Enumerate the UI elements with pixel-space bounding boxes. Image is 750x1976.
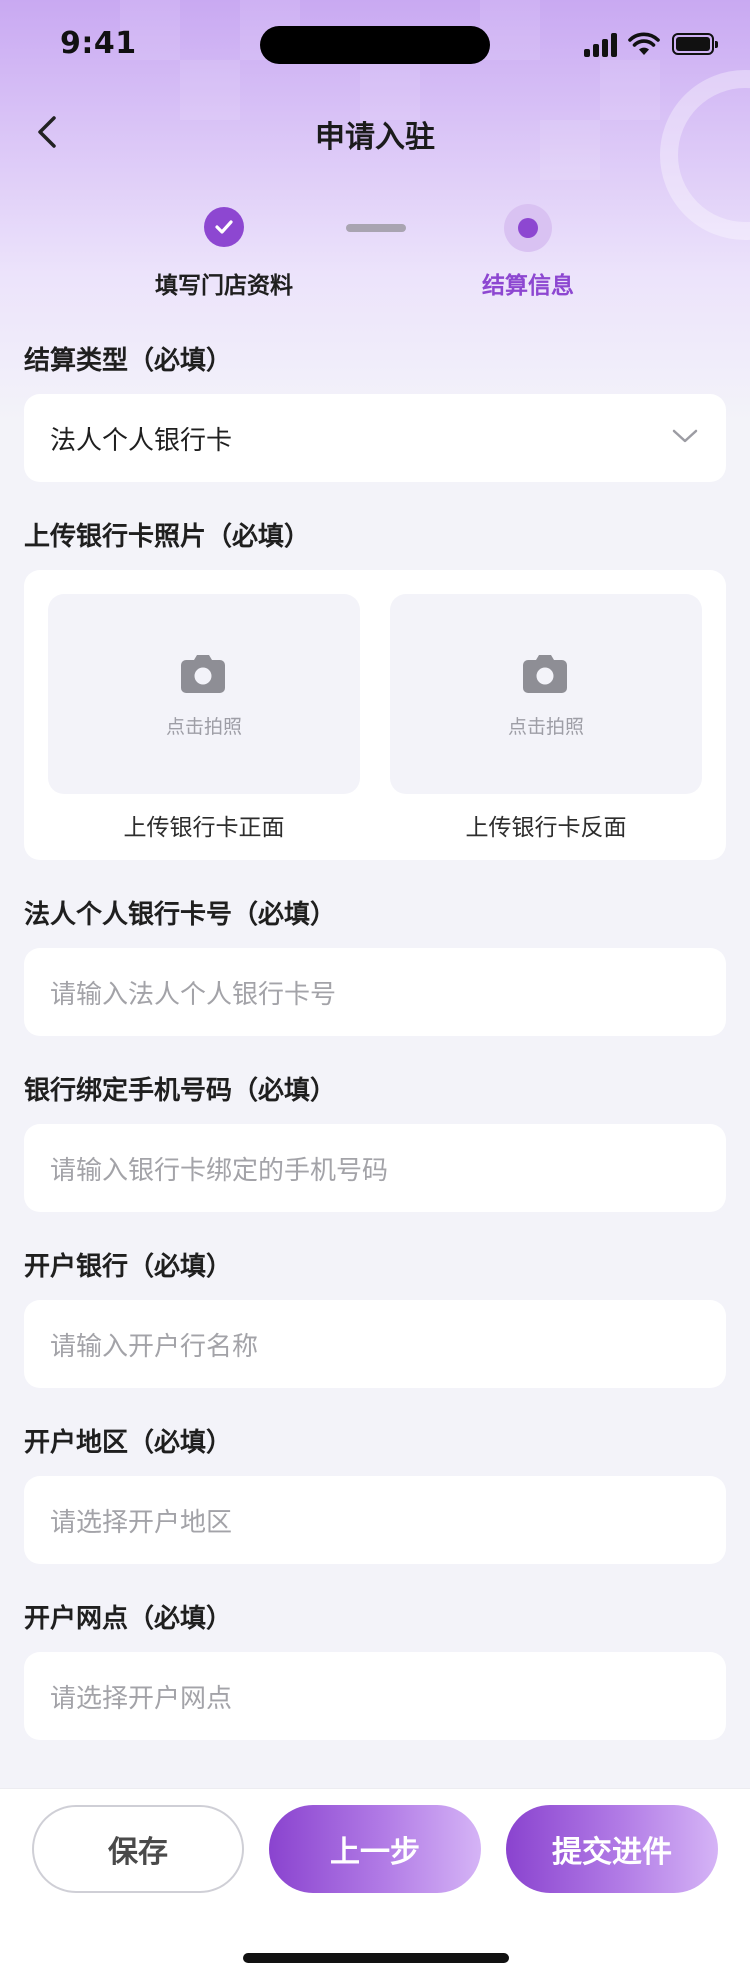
save-button[interactable]: 保存 (32, 1805, 244, 1893)
card-number-placeholder: 请输入法人个人银行卡号 (50, 979, 337, 1010)
dynamic-island (260, 26, 490, 64)
bank-card-upload-card: 点击拍照 点击拍照 上传银行卡正面 上传银行卡反面 (24, 570, 726, 860)
bound-phone-placeholder: 请输入银行卡绑定的手机号码 (50, 1155, 389, 1186)
wifi-icon (628, 32, 660, 55)
chevron-down-icon (672, 429, 698, 443)
battery-icon (672, 33, 718, 55)
upload-back-hint: 点击拍照 (507, 716, 584, 738)
bank-branch-select[interactable]: 请选择开户网点 (24, 1652, 726, 1740)
bank-name-placeholder: 请输入开户行名称 (50, 1331, 259, 1362)
cellular-signal-icon (584, 33, 620, 57)
home-indicator (243, 1953, 509, 1963)
card-number-label: 法人个人银行卡号（必填） (24, 900, 337, 930)
step-1-indicator (204, 207, 244, 247)
step-connector (346, 224, 406, 232)
bank-card-photo-label: 上传银行卡照片（必填） (24, 522, 311, 552)
step-1-label: 填写门店资料 (155, 273, 293, 299)
check-icon (215, 220, 233, 234)
page-title: 申请入驻 (315, 120, 435, 155)
bound-phone-input[interactable]: 请输入银行卡绑定的手机号码 (24, 1124, 726, 1212)
bank-region-label: 开户地区（必填） (24, 1428, 233, 1458)
bank-branch-placeholder: 请选择开户网点 (50, 1683, 233, 1714)
upload-front-caption: 上传银行卡正面 (123, 815, 285, 841)
bank-branch-label: 开户网点（必填） (24, 1604, 233, 1634)
submit-button[interactable]: 提交进件 (506, 1805, 718, 1893)
upload-back-button[interactable]: 点击拍照 (390, 594, 702, 794)
status-time: 9:41 (60, 26, 137, 61)
upload-front-button[interactable]: 点击拍照 (48, 594, 360, 794)
bottom-action-bar: 保存 上一步 提交进件 (0, 1788, 750, 1976)
camera-icon (523, 655, 567, 693)
card-number-input[interactable]: 请输入法人个人银行卡号 (24, 948, 726, 1036)
settlement-info-page: 9:41 申请入驻 填写门店资料 结算信息 结算类型（必填） 法人个人银行卡 上… (0, 0, 750, 1976)
status-bar: 9:41 (0, 0, 750, 90)
settlement-type-value: 法人个人银行卡 (50, 425, 233, 456)
settlement-type-select[interactable]: 法人个人银行卡 (24, 394, 726, 482)
bank-name-input[interactable]: 请输入开户行名称 (24, 1300, 726, 1388)
step-2-indicator (504, 204, 552, 252)
bound-phone-label: 银行绑定手机号码（必填） (24, 1076, 337, 1106)
upload-back-caption: 上传银行卡反面 (465, 815, 627, 841)
camera-icon (181, 655, 225, 693)
bank-region-placeholder: 请选择开户地区 (50, 1507, 233, 1538)
bank-name-label: 开户银行（必填） (24, 1252, 233, 1282)
settlement-type-label: 结算类型（必填） (24, 346, 233, 376)
upload-front-hint: 点击拍照 (165, 716, 242, 738)
previous-step-button[interactable]: 上一步 (269, 1805, 481, 1893)
step-2-label: 结算信息 (482, 273, 574, 299)
bank-region-select[interactable]: 请选择开户地区 (24, 1476, 726, 1564)
